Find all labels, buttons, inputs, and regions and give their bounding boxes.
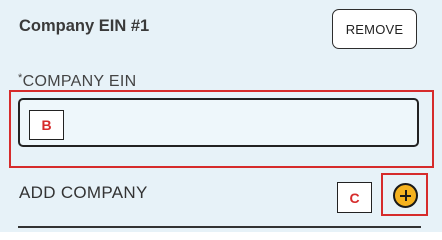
section-title: Company EIN #1 (19, 17, 150, 35)
divider (18, 226, 421, 228)
annotation-b-label: B (29, 110, 64, 140)
remove-button[interactable]: REMOVE (332, 9, 417, 49)
company-ein-label-text: COMPANY EIN (22, 73, 137, 90)
required-mark: * (18, 72, 23, 84)
plus-circle-icon[interactable] (393, 183, 418, 208)
company-ein-label: *COMPANY EIN (18, 72, 137, 91)
company-ein-input[interactable] (18, 98, 419, 147)
company-ein-panel: Company EIN #1 REMOVE *COMPANY EIN B ADD… (0, 0, 442, 232)
annotation-c-label: C (337, 182, 372, 213)
add-company-label: ADD COMPANY (19, 183, 148, 202)
